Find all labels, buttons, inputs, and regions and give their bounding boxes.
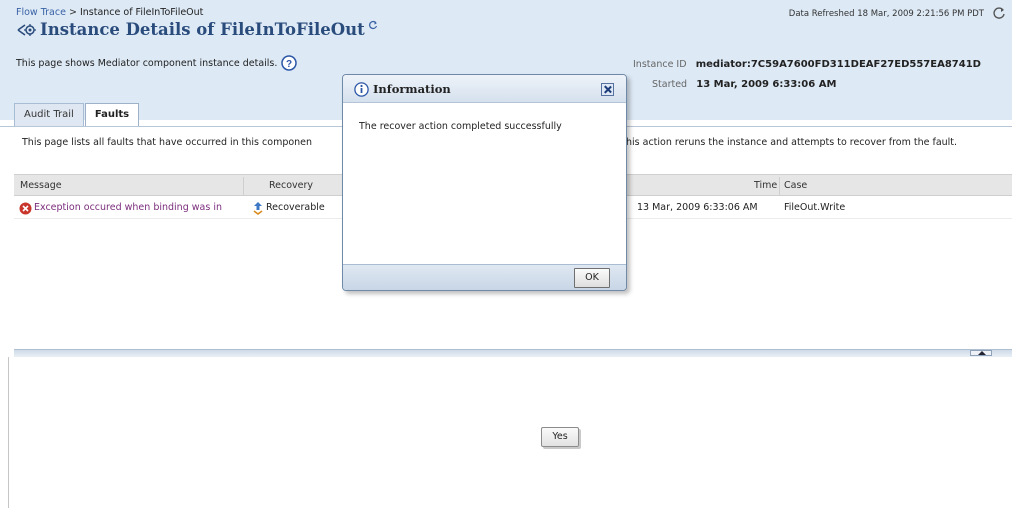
- fault-time: 13 Mar, 2009 6:33:06 AM: [637, 202, 758, 213]
- error-icon: [19, 202, 32, 215]
- breadcrumb: Flow Trace > Instance of FileInToFileOut: [16, 7, 203, 18]
- page-description: This page shows Mediator component insta…: [16, 57, 278, 69]
- instance-id-label: Instance ID: [633, 59, 687, 70]
- information-dialog: Information The recover action completed…: [342, 74, 627, 291]
- data-refreshed-text: Data Refreshed 18 Mar, 2009 2:21:56 PM P…: [788, 9, 984, 19]
- dialog-footer: OK: [343, 264, 626, 290]
- fault-case: FileOut.Write: [784, 202, 846, 213]
- fault-recovery[interactable]: Recoverable: [266, 202, 325, 213]
- column-header-message[interactable]: Message: [20, 180, 62, 191]
- fault-message-link[interactable]: Exception occured when binding was in: [34, 202, 222, 213]
- page: Flow Trace > Instance of FileInToFileOut…: [0, 0, 1012, 508]
- started-row: Started 13 Mar, 2009 6:33:06 AM: [652, 79, 836, 90]
- refresh-title-icon[interactable]: [368, 20, 378, 30]
- panel-border: [8, 357, 9, 508]
- dialog-header[interactable]: Information: [343, 75, 626, 103]
- faults-description: This page lists all faults that have occ…: [22, 137, 313, 148]
- recovery-icon: [253, 202, 263, 215]
- faults-description-continued: his action reruns the instance and attem…: [626, 137, 958, 148]
- page-description-row: This page shows Mediator component insta…: [16, 55, 298, 71]
- breadcrumb-separator: >: [68, 7, 77, 18]
- close-icon[interactable]: [601, 83, 614, 96]
- ok-button[interactable]: OK: [574, 268, 610, 288]
- started-value: 13 Mar, 2009 6:33:06 AM: [696, 79, 837, 90]
- column-divider[interactable]: [243, 177, 244, 195]
- column-divider[interactable]: [779, 177, 780, 195]
- panel-splitter[interactable]: [14, 349, 1012, 357]
- started-label: Started: [652, 79, 688, 90]
- collapse-panel-button[interactable]: [970, 350, 992, 356]
- instance-id-row: Instance ID mediator:7C59A7600FD311DEAF2…: [633, 59, 981, 70]
- dialog-message: The recover action completed successfull…: [359, 121, 562, 132]
- breadcrumb-current: Instance of FileInToFileOut: [79, 7, 204, 18]
- help-icon[interactable]: ?: [281, 55, 298, 71]
- tab-audit-trail[interactable]: Audit Trail: [14, 103, 84, 127]
- dialog-title: Information: [373, 82, 451, 96]
- breadcrumb-link-flow-trace[interactable]: Flow Trace: [16, 7, 66, 18]
- title-row: Instance Details of FileInToFileOut: [16, 20, 378, 39]
- yes-button[interactable]: Yes: [541, 427, 579, 447]
- column-header-recovery[interactable]: Recovery: [269, 180, 313, 191]
- column-header-case[interactable]: Case: [784, 180, 807, 191]
- instance-id-value: mediator:7C59A7600FD311DEAF27ED557EA8741…: [695, 59, 981, 70]
- page-title: Instance Details of FileInToFileOut: [40, 20, 365, 39]
- svg-text:?: ?: [286, 59, 292, 70]
- flow-instance-icon: [17, 23, 36, 36]
- column-header-time[interactable]: Time: [754, 180, 777, 191]
- tab-faults[interactable]: Faults: [84, 103, 140, 127]
- info-icon: [354, 82, 369, 97]
- refresh-icon[interactable]: [992, 6, 1006, 20]
- tab-bar: Audit Trail Faults: [14, 103, 140, 127]
